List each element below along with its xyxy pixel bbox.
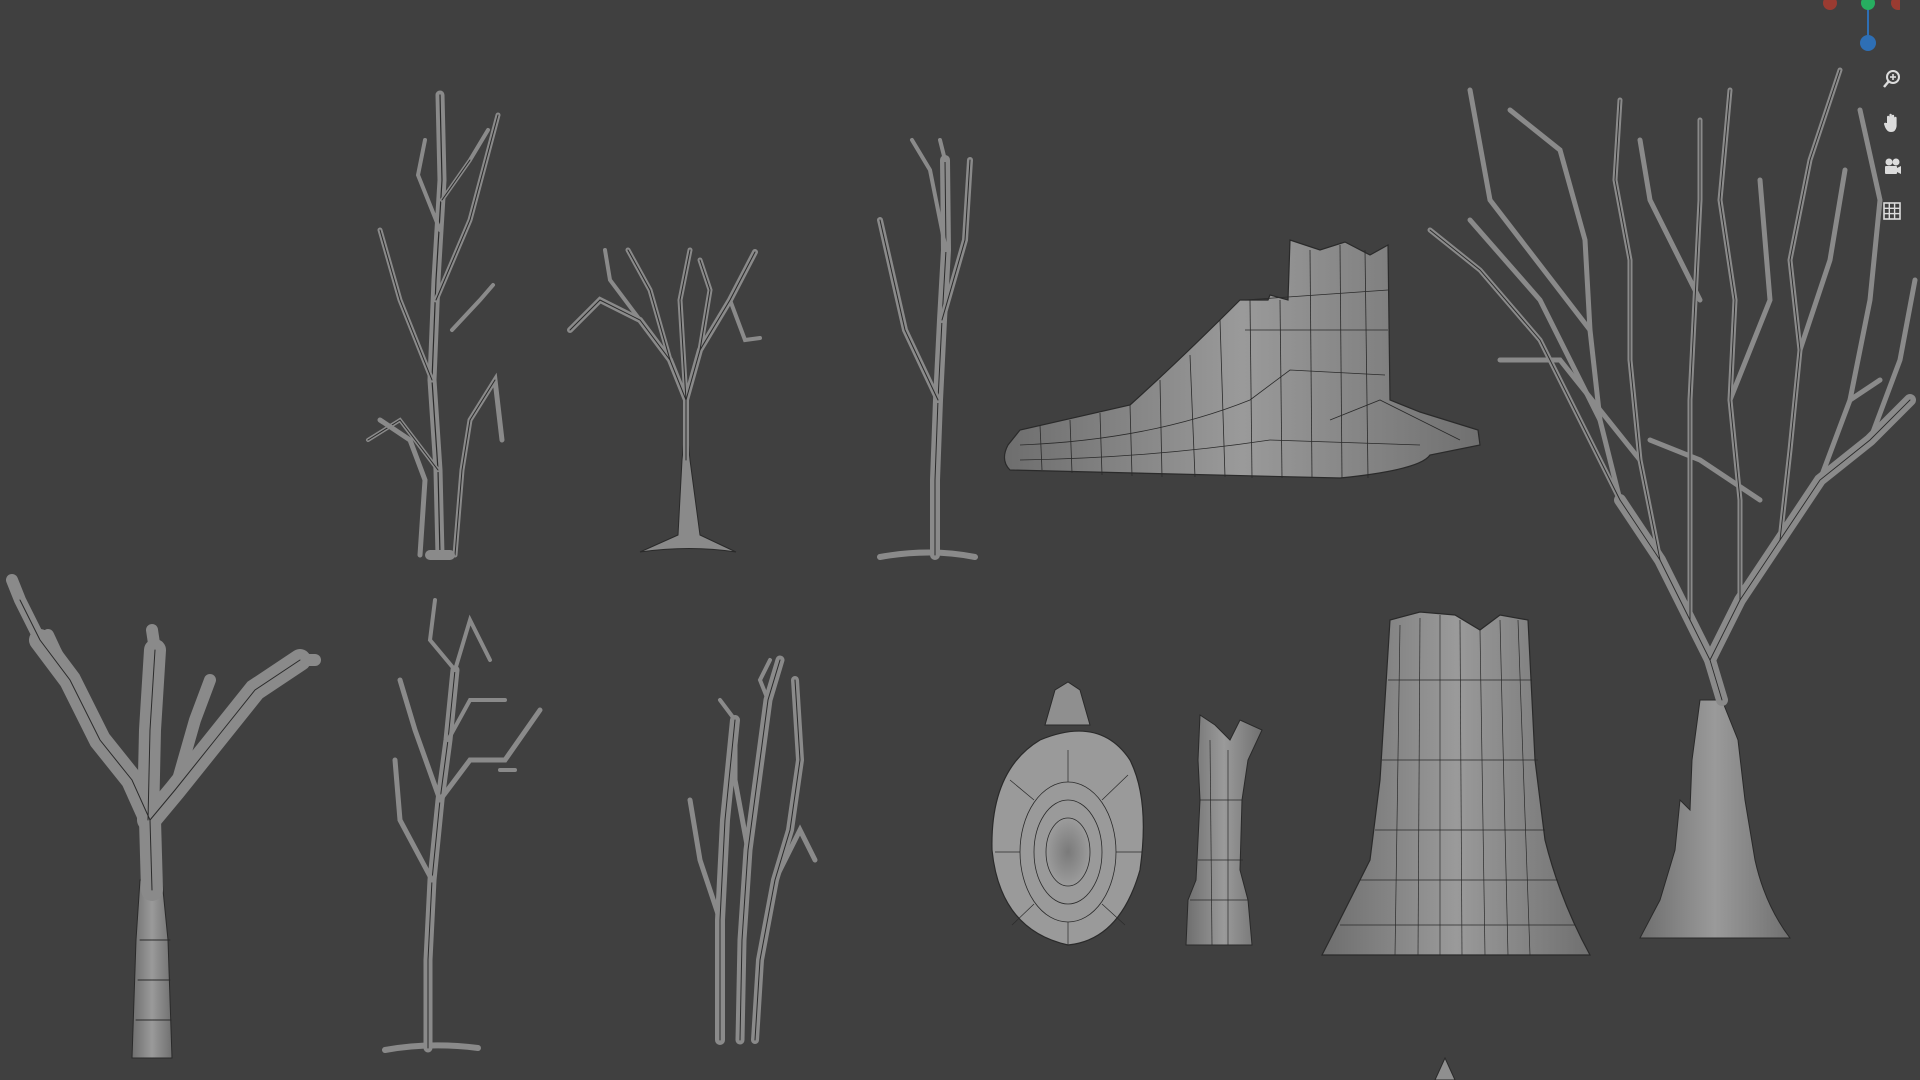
- pan-button[interactable]: [1875, 106, 1909, 140]
- ortho-grid-button[interactable]: [1875, 194, 1909, 228]
- grid-icon: [1883, 202, 1901, 220]
- thin-sapling[interactable]: [877, 138, 978, 560]
- camera-icon: [1885, 158, 1901, 174]
- scene-canvas[interactable]: [0, 0, 1920, 1080]
- partial-mesh[interactable]: [1434, 1056, 1456, 1080]
- gizmo-z-axis-icon[interactable]: [1860, 35, 1876, 51]
- slender-tree[interactable]: [382, 598, 543, 1053]
- broken-post[interactable]: [1185, 714, 1263, 946]
- gizmo-neg-x-icon[interactable]: [1891, 0, 1900, 10]
- stump-top-view[interactable]: [991, 681, 1144, 946]
- fallen-log-stump[interactable]: [1003, 239, 1481, 479]
- thick-forked-tree[interactable]: [6, 574, 321, 1059]
- cluster-sapling[interactable]: [687, 655, 818, 1045]
- zoom-icon: [1883, 70, 1900, 88]
- gizmo-y-axis-icon[interactable]: [1861, 0, 1875, 10]
- young-branching-tree[interactable]: [567, 247, 762, 553]
- viewport-nav-tools: [1872, 62, 1912, 228]
- wide-stump[interactable]: [1321, 611, 1592, 956]
- orientation-gizmo[interactable]: [1810, 0, 1900, 60]
- gizmo-x-axis-icon[interactable]: [1823, 0, 1837, 10]
- camera-view-button[interactable]: [1875, 150, 1909, 184]
- tall-bare-tree[interactable]: [366, 90, 505, 560]
- pan-hand-icon: [1883, 113, 1897, 132]
- zoom-button[interactable]: [1875, 62, 1909, 96]
- 3d-viewport[interactable]: [0, 0, 1920, 1080]
